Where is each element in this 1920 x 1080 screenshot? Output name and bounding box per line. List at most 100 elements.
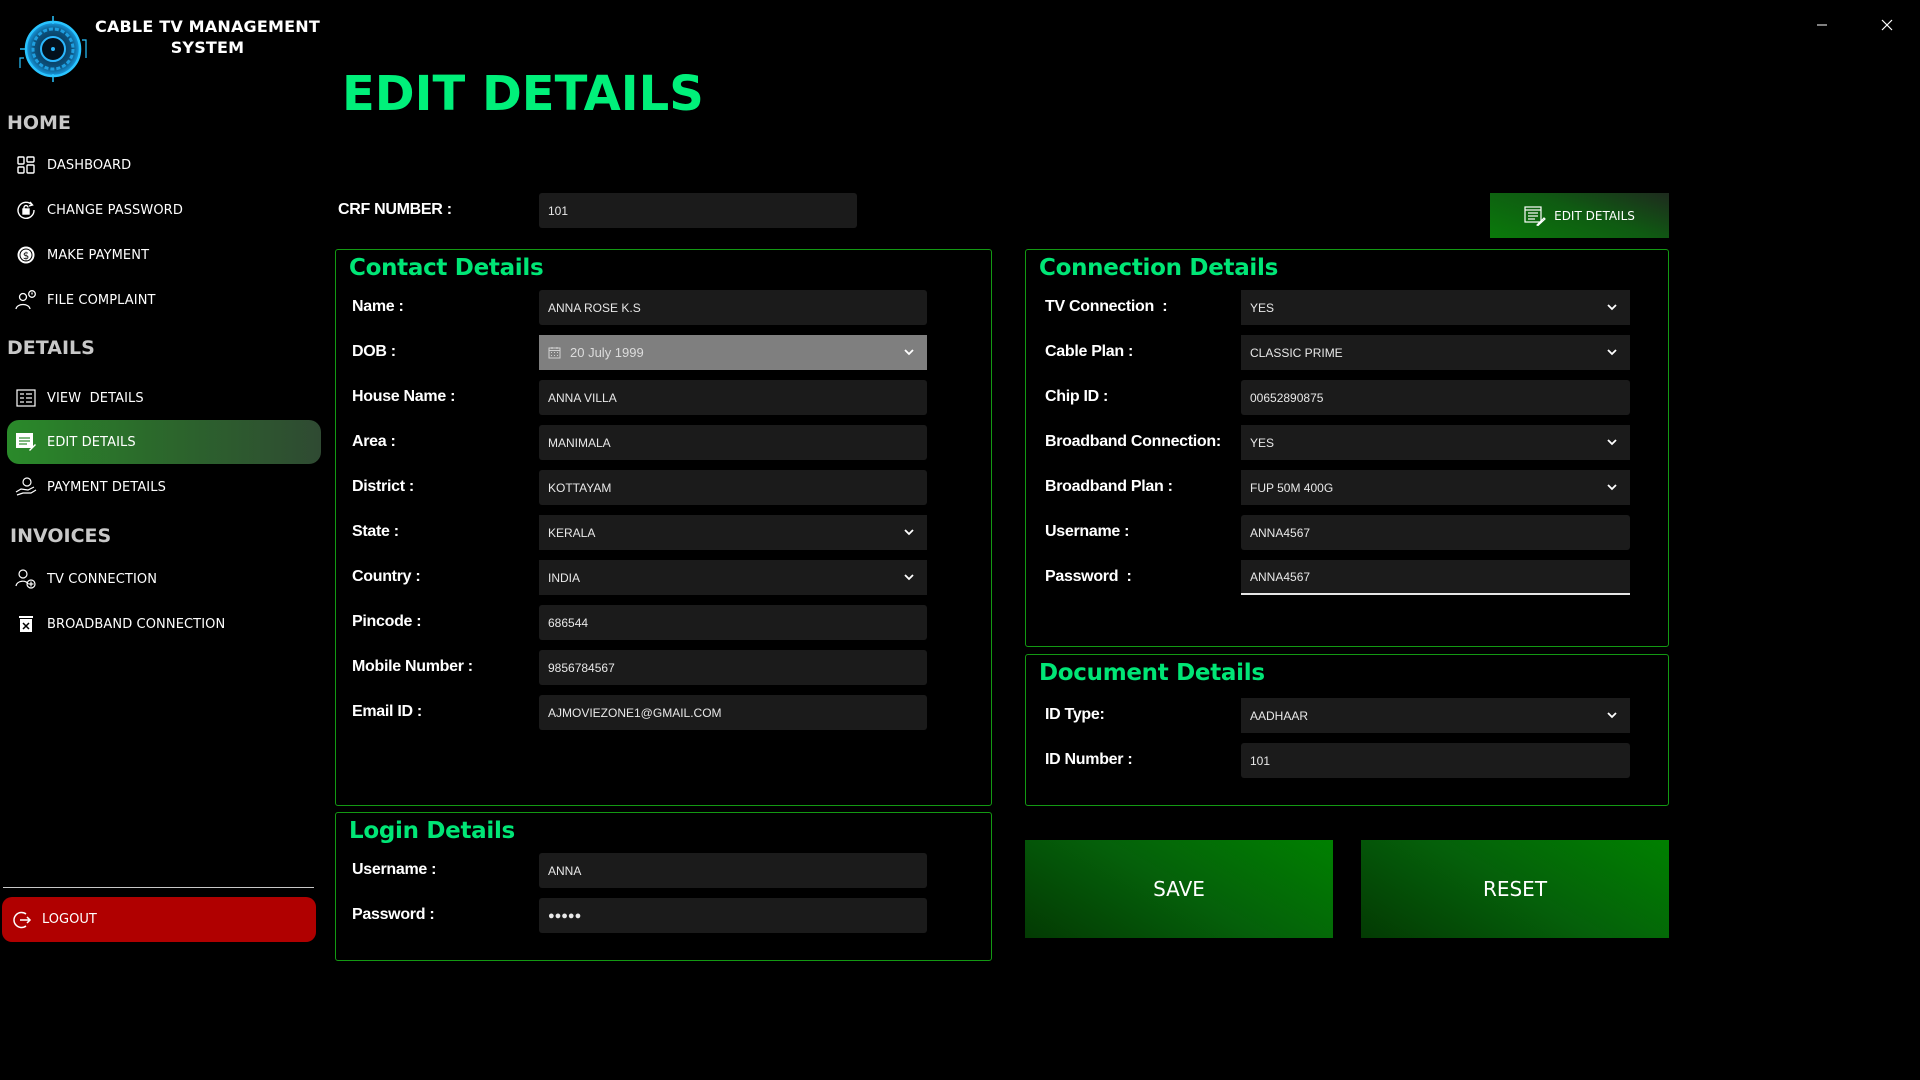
sidebar-item-file-complaint[interactable]: FILE COMPLAINT (7, 278, 321, 322)
name-input[interactable]: ANNA ROSE K.S (539, 290, 927, 325)
id-number-input[interactable]: 101 (1241, 743, 1630, 778)
lock-refresh-icon (15, 199, 37, 221)
sidebar-item-label: MAKE PAYMENT (47, 247, 150, 263)
sidebar-item-broadband-connection[interactable]: BROADBAND CONNECTION (7, 602, 321, 646)
sidebar-item-tv-connection[interactable]: TV CONNECTION (7, 557, 321, 601)
close-icon[interactable] (1867, 10, 1907, 40)
password-value: ●●●●● (548, 909, 582, 922)
username-value: ANNA (548, 863, 582, 878)
field-content: MANIMALA (548, 436, 611, 450)
minimize-icon[interactable] (1802, 10, 1842, 40)
tv-connection-label: TV Connection : (1045, 298, 1168, 315)
chevron-down-icon[interactable] (1606, 302, 1618, 314)
district-label: District : (352, 478, 414, 495)
house-name-label: House Name : (352, 388, 456, 405)
chevron-down-icon[interactable] (1606, 347, 1618, 359)
logout-button[interactable]: LOGOUT (2, 897, 316, 942)
country-label: Country : (352, 568, 421, 585)
state-dropdown[interactable]: KERALA (539, 515, 927, 550)
password-value: ANNA4567 (1250, 569, 1311, 584)
area-input[interactable]: MANIMALA (539, 425, 927, 460)
state-value: KERALA (548, 525, 596, 540)
reset-button[interactable]: RESET (1361, 840, 1669, 938)
sidebar-item-dashboard[interactable]: DASHBOARD (7, 143, 321, 187)
sidebar-item-label: BROADBAND CONNECTION (47, 616, 226, 632)
name-value: ANNA ROSE K.S (548, 300, 641, 315)
edit-list-icon (15, 431, 37, 453)
crf-number-input[interactable]: 101 (539, 193, 857, 228)
broadband-plan-label: Broadband Plan : (1045, 478, 1173, 495)
contact-details-title: Contact Details (349, 255, 544, 281)
district-input[interactable]: KOTTAYAM (539, 470, 927, 505)
sidebar-divider (3, 887, 314, 888)
country-value: INDIA (548, 570, 581, 585)
email-id-input[interactable]: AJMOVIEZONE1@GMAIL.COM (539, 695, 927, 730)
sidebar-item-label: VIEW DETAILS (47, 390, 144, 406)
country-dropdown[interactable]: INDIA (539, 560, 927, 595)
email-id-label: Email ID : (352, 703, 422, 720)
password-input[interactable]: ANNA4567 (1241, 560, 1630, 595)
field-content: YES (1250, 436, 1274, 450)
chevron-down-icon[interactable] (903, 527, 915, 539)
sidebar-item-payment-details[interactable]: PAYMENT DETAILS (7, 465, 321, 509)
broadband-connection-value: YES (1250, 435, 1275, 450)
password-label: Password : (1045, 568, 1132, 585)
pincode-input[interactable]: 686544 (539, 605, 927, 640)
sidebar-item-label: EDIT DETAILS (47, 434, 136, 450)
id-number-label: ID Number : (1045, 751, 1133, 768)
sidebar-item-label: DASHBOARD (47, 157, 132, 173)
chevron-down-icon[interactable] (1606, 710, 1618, 722)
field-content: FUP 50M 400G (1250, 481, 1333, 495)
tv-connection-dropdown[interactable]: YES (1241, 290, 1630, 325)
chevron-down-icon[interactable] (903, 572, 915, 584)
edit-details-button[interactable]: EDIT DETAILS (1490, 193, 1669, 238)
dob-date-picker[interactable]: 20 July 1999 (539, 335, 927, 370)
crf-number-label: CRF NUMBER : (338, 201, 452, 218)
chevron-down-icon[interactable] (1606, 437, 1618, 449)
id-type-dropdown[interactable]: AADHAAR (1241, 698, 1630, 733)
sidebar-item-edit-details[interactable]: EDIT DETAILS (7, 420, 321, 464)
username-input[interactable]: ANNA (539, 853, 927, 888)
name-label: Name : (352, 298, 404, 315)
password-input[interactable]: ●●●●● (539, 898, 927, 933)
list-icon (15, 387, 37, 409)
id-number-value: 101 (1250, 753, 1271, 768)
sidebar-item-label: PAYMENT DETAILS (47, 479, 166, 495)
state-label: State : (352, 523, 399, 540)
cable-plan-label: Cable Plan : (1045, 343, 1133, 360)
field-content: 00652890875 (1250, 391, 1323, 405)
chip-id-input[interactable]: 00652890875 (1241, 380, 1630, 415)
mobile-number-value: 9856784567 (548, 660, 615, 675)
mobile-number-input[interactable]: 9856784567 (539, 650, 927, 685)
field-content: ANNA VILLA (548, 391, 617, 405)
broadband-connection-dropdown[interactable]: YES (1241, 425, 1630, 460)
cable-plan-dropdown[interactable]: CLASSIC PRIME (1241, 335, 1630, 370)
username-input[interactable]: ANNA4567 (1241, 515, 1630, 550)
field-content: KERALA (548, 526, 595, 540)
sidebar-item-view-details[interactable]: VIEW DETAILS (7, 376, 321, 420)
chevron-down-icon[interactable] (903, 347, 915, 359)
field-content: 686544 (548, 616, 588, 630)
login-details-title: Login Details (349, 818, 515, 844)
sidebar-item-change-password[interactable]: CHANGE PASSWORD (7, 188, 321, 232)
field-content: YES (1250, 301, 1274, 315)
password-label: Password : (352, 906, 435, 923)
sidebar-item-label: FILE COMPLAINT (47, 292, 156, 308)
save-label: SAVE (1153, 877, 1205, 901)
field-content: 9856784567 (548, 661, 615, 675)
house-name-input[interactable]: ANNA VILLA (539, 380, 927, 415)
chevron-down-icon[interactable] (1606, 482, 1618, 494)
field-content: INDIA (548, 571, 580, 585)
email-id-value: AJMOVIEZONE1@GMAIL.COM (548, 705, 722, 720)
mobile-number-label: Mobile Number : (352, 658, 473, 675)
tv-connection-value: YES (1250, 300, 1275, 315)
dashboard-grid-icon (15, 154, 37, 176)
district-value: KOTTAYAM (548, 480, 612, 495)
save-button[interactable]: SAVE (1025, 840, 1333, 938)
broadband-plan-dropdown[interactable]: FUP 50M 400G (1241, 470, 1630, 505)
field-content: AJMOVIEZONE1@GMAIL.COM (548, 706, 722, 720)
field-content: ANNA (548, 864, 581, 878)
field-content: ANNA ROSE K.S (548, 301, 641, 315)
username-label: Username : (1045, 523, 1130, 540)
sidebar-item-make-payment[interactable]: $ MAKE PAYMENT (7, 233, 321, 277)
